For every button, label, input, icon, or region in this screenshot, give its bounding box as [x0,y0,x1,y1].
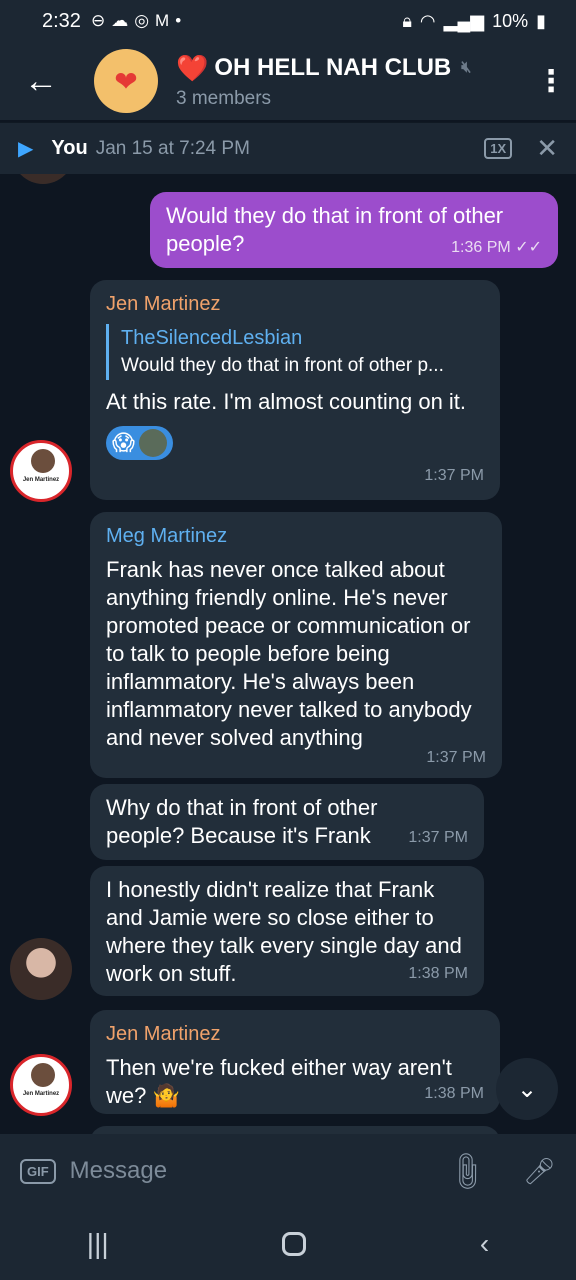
read-checkmarks-icon: ✓✓ [515,239,542,256]
player-date: Jan 15 at 7:24 PM [95,137,250,159]
avatar[interactable] [12,174,74,184]
message-text: At this rate. I'm almost counting on it. [106,389,467,414]
scroll-to-bottom-button[interactable]: ⌄ [496,1058,558,1120]
home-button[interactable] [282,1232,307,1256]
message-text: Frank has never once talked about anythi… [106,557,472,750]
chat-title-text: OH HELL NAH CLUB [214,54,452,81]
arrow-left-icon: ← [24,61,58,100]
back-button[interactable]: ← [0,42,82,120]
incoming-message[interactable]: Why do that in front of other people? Be… [90,784,484,860]
incoming-message[interactable]: I honestly didn't realize that Frank and… [90,866,484,996]
message-time: 1:37 PM [408,829,468,846]
reaction-emoji: 😱 [112,430,135,455]
reaction-badge[interactable]: 😱 [106,426,173,460]
back-nav-button[interactable]: ‹ [480,1228,489,1260]
avatar-label: Jen Martinez [22,1091,60,1097]
notification-icons: ⊖ ☁ ◎ M • [91,11,181,31]
message-time: 1:38 PM [408,965,468,982]
reply-sender: TheSilencedLesbian [121,327,303,349]
microphone-icon[interactable]: 🎤︎ [523,1156,556,1187]
heart-icon: ❤️ [176,52,209,83]
messenger-icon: ☁ [111,11,129,30]
status-bar: 2:32 ⊖ ☁ ◎ M • 🔒︎ ◠ ▂▄▆ 10% ▮ [0,0,576,42]
attach-icon[interactable]: 📎︎ [443,1147,491,1195]
close-player-button[interactable]: ✕ [536,133,558,164]
message-time: 1:36 PM ✓✓ [451,239,542,256]
gif-button[interactable]: GIF [20,1158,56,1184]
reply-quote[interactable]: TheSilencedLesbian Would they do that in… [106,324,484,380]
group-avatar[interactable]: ❤ [94,49,158,113]
instagram-icon: ◎ [134,11,150,30]
sender-name: Jen Martinez [106,1023,221,1045]
member-count: 3 members [176,87,272,109]
outgoing-message[interactable]: Would they do that in front of other peo… [150,192,558,268]
incoming-message[interactable]: Jen Martinez Then we're fucked either wa… [90,1010,500,1114]
audio-player-bar[interactable]: ▶ You Jan 15 at 7:24 PM 1X ✕ [0,122,576,174]
sender-name: Jen Martinez [106,293,221,315]
system-nav-bar: ||| ‹ [0,1208,576,1280]
lock-icon: 🔒︎ [402,10,412,31]
playback-speed-button[interactable]: 1X [484,138,513,159]
avatar[interactable]: Jen Martinez [10,1054,72,1116]
incoming-message[interactable] [90,1126,500,1134]
battery-icon: ▮ [536,10,546,31]
gmail-icon: M [155,11,170,30]
chevron-down-icon: ⌄ [516,1075,538,1103]
avatar[interactable] [10,938,72,1000]
chat-header: ← ❤ ❤️ OH HELL NAH CLUB 🔇︎ 3 members ⋮ [0,42,576,120]
play-icon[interactable]: ▶ [18,136,33,161]
sender-name: Meg Martinez [106,525,228,547]
muted-icon: 🔇︎ [461,59,472,76]
signal-icon: ▂▄▆ [443,10,485,31]
message-text: Why do that in front of other people? Be… [106,795,378,848]
message-time: 1:37 PM [426,749,486,766]
more-menu-button[interactable]: ⋮ [526,42,576,120]
avatar[interactable]: Jen Martinez [10,440,72,502]
message-time: 1:37 PM [424,467,484,484]
message-time: 1:38 PM [424,1085,484,1102]
chat-title: ❤️ OH HELL NAH CLUB 🔇︎ [176,53,526,84]
message-input-bar: GIF 📎︎ 🎤︎ [0,1134,576,1208]
battery-text: 10% [492,10,529,31]
wifi-icon: ◠ [419,10,436,31]
status-time: 2:32 [42,9,81,32]
more-notifications-icon: • [175,11,182,30]
player-sender: You [51,137,88,159]
kebab-menu-icon: ⋮ [536,64,566,98]
chat-messages[interactable]: Would they do that in front of other peo… [0,174,576,1134]
recents-button[interactable]: ||| [87,1228,109,1260]
reply-text: Would they do that in front of other p..… [121,355,444,376]
chat-title-area[interactable]: ❤️ OH HELL NAH CLUB 🔇︎ 3 members [176,53,526,110]
dnd-icon: ⊖ [90,11,106,30]
incoming-message[interactable]: Meg Martinez Frank has never once talked… [90,512,502,778]
reactor-avatar [138,429,167,457]
avatar-label: Jen Martinez [22,477,60,483]
message-input[interactable] [69,1157,450,1185]
incoming-message[interactable]: Jen Martinez TheSilencedLesbian Would th… [90,280,500,500]
